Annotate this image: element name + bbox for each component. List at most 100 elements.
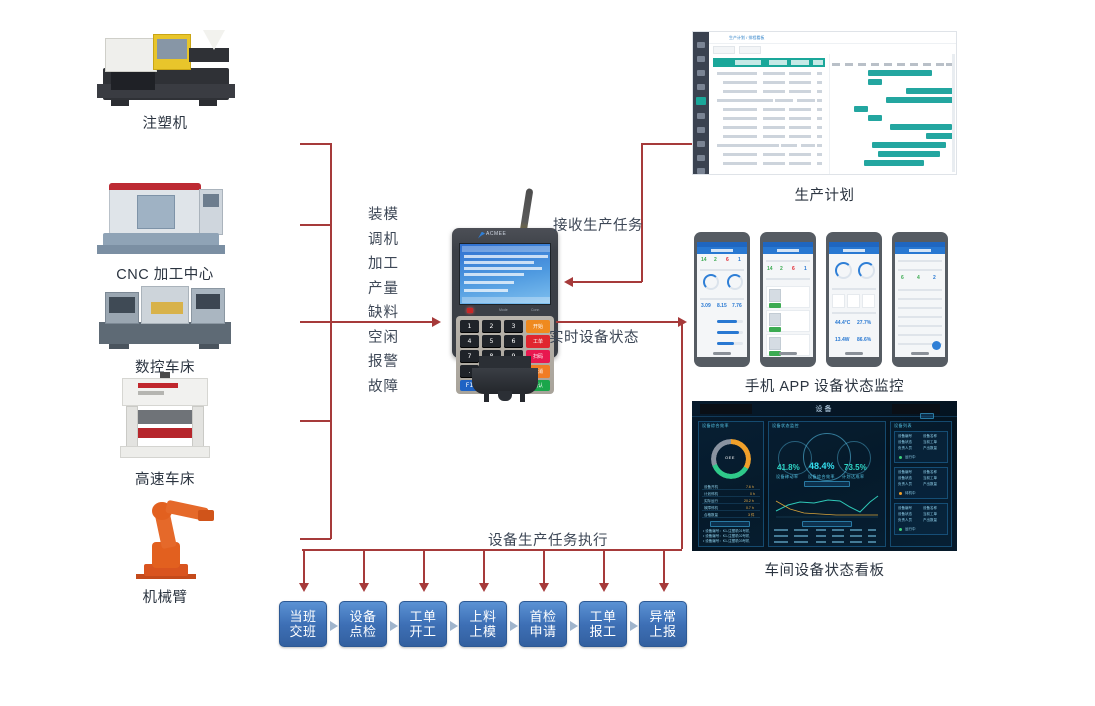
key-start[interactable]: 开始	[526, 320, 550, 333]
home-indicator	[911, 352, 929, 355]
status-led-icon	[899, 456, 902, 459]
app-header	[829, 247, 879, 254]
terminal-indicator-row: Mode Conn	[459, 307, 551, 315]
workflow-arrow-3	[450, 621, 458, 631]
table-row[interactable]	[713, 79, 825, 86]
phone-screen[interactable]: 6 4 2	[895, 242, 945, 357]
equipment-item-cnc-center: CNC 加工中心	[80, 175, 250, 284]
gantt-bar[interactable]	[872, 142, 946, 148]
key-2[interactable]: 2	[482, 320, 501, 333]
phone-screen[interactable]: 14 2 6 1 3.09 8.15 7.76	[697, 242, 747, 357]
gantt-bar[interactable]	[906, 88, 954, 94]
table-row[interactable]	[713, 106, 825, 113]
kpi-value: 3.09	[701, 303, 711, 309]
floating-action-button[interactable]	[932, 341, 941, 350]
workflow-step-shift-handover[interactable]: 当班 交班	[279, 601, 327, 647]
dashboard-section-button[interactable]	[710, 521, 750, 527]
table-row[interactable]	[713, 142, 825, 149]
table-row[interactable]	[713, 124, 825, 131]
kpi-value: 2	[780, 266, 783, 272]
handheld-terminal[interactable]: ACMEE Mode Conn 1 2 3 4 5 6 7 . F1 开始 工单…	[446, 188, 564, 402]
list-item[interactable]	[766, 310, 810, 332]
panel-caption: 生产计划	[794, 188, 855, 204]
table-row[interactable]	[713, 115, 825, 122]
list-item[interactable]	[766, 286, 810, 308]
connector-stub-robot	[300, 538, 331, 540]
robot-arm-icon	[80, 490, 250, 582]
workflow-step-workorder-start[interactable]: 工单 开工	[399, 601, 447, 647]
gantt-bar[interactable]	[890, 124, 952, 130]
phone-mockup-4[interactable]: 6 4 2	[892, 232, 948, 367]
gantt-bar[interactable]	[868, 79, 882, 85]
table-row	[772, 529, 882, 534]
table-row[interactable]	[713, 88, 825, 95]
gantt-sidebar-active-item[interactable]	[696, 97, 706, 105]
gantt-bar[interactable]	[926, 133, 954, 139]
workshop-dashboard-screenshot[interactable]: 设备 设备综合效率 OEE 设备开机 7.6 h 计划停机 0 h 实际运行 20.2…	[692, 401, 957, 551]
terminal-prong-left	[484, 391, 489, 402]
tab-plan[interactable]	[713, 46, 735, 54]
key-1[interactable]: 1	[460, 320, 479, 333]
key-4[interactable]: 4	[460, 335, 479, 348]
drop-arrow-1	[299, 583, 309, 592]
gantt-bar[interactable]	[868, 115, 882, 121]
dashboard-toggle[interactable]	[920, 413, 934, 419]
key-5[interactable]: 5	[482, 335, 501, 348]
kpi-value: 6	[726, 257, 729, 263]
gantt-bar[interactable]	[864, 160, 924, 166]
gantt-tabs[interactable]	[713, 46, 773, 55]
workflow-step-load-material[interactable]: 上料 上模	[459, 601, 507, 647]
gantt-bar[interactable]	[868, 70, 932, 76]
table-row[interactable]	[713, 160, 825, 167]
gantt-scrollbar[interactable]	[952, 54, 955, 172]
workflow-step-workorder-report[interactable]: 工单 报工	[579, 601, 627, 647]
gantt-bar[interactable]	[886, 97, 954, 103]
device-card[interactable]: 设备编号 设备名称 设备状态 当前工单 负责人员 产出数量 运行中	[894, 503, 948, 535]
gantt-chart-area[interactable]	[829, 54, 955, 174]
key-workorder[interactable]: 工单	[526, 335, 550, 348]
table-row[interactable]	[713, 151, 825, 158]
device-card[interactable]: 设备编号 设备名称 设备状态 当前工单 负责人员 产出数量 运行中	[894, 431, 948, 463]
key-7[interactable]: 7	[460, 350, 479, 363]
key-3[interactable]: 3	[504, 320, 523, 333]
status-led-icon	[899, 528, 902, 531]
production-plan-screenshot[interactable]: 生产计划 / 排程看板	[692, 31, 957, 175]
device-card[interactable]: 设备编号 设备名称 设备状态 当前工单 负责人员 产出数量 待机中	[894, 467, 948, 499]
kpi-value: 2	[933, 275, 936, 281]
progress-bar	[717, 331, 739, 334]
workflow-step-first-inspection[interactable]: 首检 申请	[519, 601, 567, 647]
topbar-left-block	[700, 404, 752, 414]
app-header	[697, 247, 747, 254]
status-signal: 调机	[368, 231, 399, 248]
key-6[interactable]: 6	[504, 335, 523, 348]
phone-mockup-3[interactable]: 44.4°C 27.7% 13.4W 86.6%	[826, 232, 882, 367]
list-row: 合格数量 3 件	[702, 513, 760, 518]
table-row[interactable]	[713, 133, 825, 140]
home-indicator	[845, 352, 863, 355]
step-line-1: 上料	[469, 609, 497, 624]
connector-stub-press	[300, 420, 331, 422]
phone-screen[interactable]: 44.4°C 27.7% 13.4W 86.6%	[829, 242, 879, 357]
gantt-bar[interactable]	[878, 151, 940, 157]
injection-molding-machine-icon	[80, 22, 250, 108]
workflow-step-exception-report[interactable]: 异常 上报	[639, 601, 687, 647]
brand-logo-icon	[478, 231, 485, 239]
phone-mockup-1[interactable]: 14 2 6 1 3.09 8.15 7.76	[694, 232, 750, 367]
gantt-bar[interactable]	[854, 106, 868, 112]
tab-list[interactable]	[739, 46, 761, 54]
table-row[interactable]	[713, 97, 825, 104]
equipment-item-robot-arm: 机械臂	[80, 490, 250, 607]
step-line-2: 交班	[289, 624, 317, 639]
terminal-screen	[459, 243, 551, 305]
phone-screen[interactable]: 14 2 6 1	[763, 242, 813, 357]
status-signal: 装模	[368, 207, 399, 223]
workflow-step-equipment-check[interactable]: 设备 点检	[339, 601, 387, 647]
phone-mockup-2[interactable]: 14 2 6 1	[760, 232, 816, 367]
donut-center-label: OEE	[725, 455, 735, 460]
gantt-sidebar[interactable]	[693, 32, 709, 174]
table-row[interactable]	[713, 70, 825, 77]
connector-dash-vertical	[681, 321, 683, 549]
dashboard-table-title	[802, 521, 852, 527]
workflow-arrow-5	[570, 621, 578, 631]
dashboard-section-button[interactable]	[804, 481, 850, 487]
